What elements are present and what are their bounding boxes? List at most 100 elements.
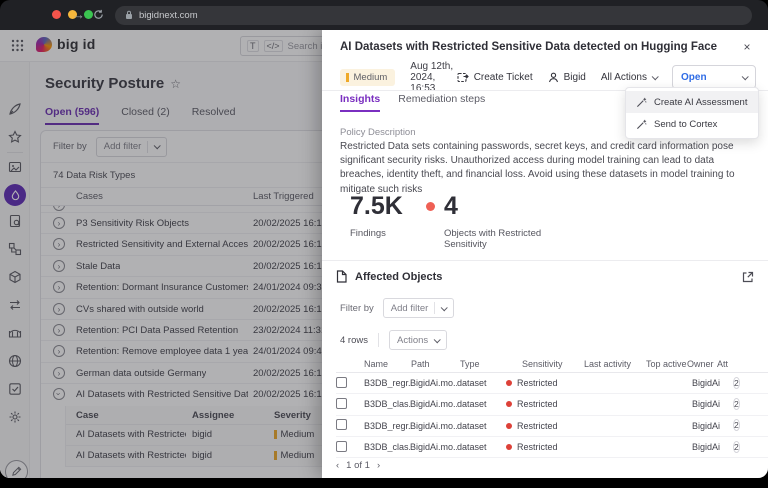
add-filter-button[interactable]: Add filter (383, 298, 455, 318)
affected-toolbar: 4 rows Actions (340, 330, 447, 350)
column-header[interactable]: Sensitivity (522, 356, 584, 372)
divider (322, 260, 768, 261)
object-type: dataset (457, 442, 506, 452)
affected-table-body: B3DB_regr... BigidAi.mo... dataset Restr… (336, 373, 768, 458)
forward-icon[interactable]: → (72, 6, 85, 24)
menu-item-send-to-cortex[interactable]: Send to Cortex (626, 113, 758, 135)
reload-icon[interactable] (93, 6, 104, 20)
col-spacer (336, 356, 364, 372)
row-checkbox[interactable] (336, 419, 347, 430)
object-name: B3DB_regr... (364, 378, 410, 388)
object-name: B3DB_clas... (364, 442, 410, 452)
row-count: 4 rows (340, 335, 368, 346)
tab-insights[interactable]: Insights (340, 93, 380, 112)
url-text: bigidnext.com (139, 10, 198, 21)
object-owner: BigidAi (692, 378, 733, 388)
attributes-count-pill[interactable]: 2 (733, 377, 740, 389)
maximize-window-icon[interactable] (84, 10, 93, 19)
object-type: dataset (457, 378, 506, 388)
policy-description-text: Restricted Data sets containing password… (340, 140, 760, 197)
red-dot-icon (426, 202, 435, 211)
findings-stat: 7.5K Findings (350, 192, 403, 239)
actions-button[interactable]: Actions (389, 330, 447, 350)
affected-table-header: NamePathTypeSensitivityLast activityTop … (336, 356, 768, 373)
restricted-objects-stat: 4 Objects with Restricted Sensitivity (426, 192, 562, 250)
attributes-count-pill[interactable]: 2 (733, 419, 740, 431)
column-header[interactable]: Last activity (584, 356, 646, 372)
drawer-tabs: Insights Remediation steps (340, 93, 485, 112)
all-actions-button[interactable]: All Actions (601, 72, 657, 83)
column-header[interactable]: Owner (687, 356, 717, 372)
restricted-objects-value: 4 (444, 192, 458, 221)
wand-icon (636, 119, 647, 130)
restricted-dot-icon (506, 380, 512, 386)
object-owner: BigidAi (692, 421, 733, 431)
drawer-actions: Create Ticket Bigid All Actions Open (457, 65, 756, 89)
restricted-dot-icon (506, 401, 512, 407)
address-bar[interactable]: bigidnext.com (115, 6, 752, 25)
page-indicator: 1 of 1 (346, 460, 370, 471)
sensitivity-cell: Restricted (506, 442, 568, 452)
row-checkbox[interactable] (336, 398, 347, 409)
column-header[interactable]: Type (460, 356, 522, 372)
attributes-count-pill[interactable]: 2 (733, 398, 740, 410)
person-icon (548, 72, 559, 83)
assignee-button[interactable]: Bigid (548, 72, 586, 83)
menu-item-create-ai-assessment[interactable]: Create AI Assessment (626, 91, 758, 113)
restricted-objects-label: Objects with Restricted Sensitivity (444, 228, 562, 250)
document-icon (336, 270, 347, 283)
affected-table-row[interactable]: B3DB_clas... BigidAi.mo... dataset Restr… (336, 437, 768, 458)
chevron-down-icon (742, 73, 749, 80)
case-timestamp: Aug 12th, 2024, 16:53 (410, 61, 456, 94)
column-header[interactable]: Att (717, 356, 728, 372)
actions-dropdown-menu: Create AI Assessment Send to Cortex (625, 87, 759, 139)
tab-remediation-steps[interactable]: Remediation steps (398, 93, 485, 112)
object-path: BigidAi.mo... (410, 442, 457, 452)
close-window-icon[interactable] (52, 10, 61, 19)
row-checkbox[interactable] (336, 441, 347, 452)
affected-pagination: ‹ 1 of 1 › (336, 460, 380, 471)
severity-bar-icon (346, 73, 349, 82)
findings-label: Findings (350, 228, 403, 239)
affected-filter-bar: Filter by Add filter (340, 298, 454, 318)
external-link-icon[interactable] (742, 271, 754, 283)
column-header[interactable]: Path (411, 356, 460, 372)
wand-icon (636, 97, 647, 108)
object-path: BigidAi.mo... (410, 421, 457, 431)
row-checkbox[interactable] (336, 377, 347, 388)
next-page-icon[interactable]: › (377, 460, 380, 471)
chevron-down-icon (652, 73, 659, 80)
object-owner: BigidAi (692, 399, 733, 409)
column-header[interactable]: Top active a... (646, 356, 687, 372)
sensitivity-cell: Restricted (506, 421, 568, 431)
affected-table-row[interactable]: B3DB_regr... BigidAi.mo... dataset Restr… (336, 416, 768, 437)
lock-icon (125, 10, 133, 20)
object-type: dataset (457, 399, 506, 409)
app-viewport: big id T </> Search in BigID by <> (0, 30, 768, 478)
drawer-title: AI Datasets with Restricted Sensitive Da… (340, 41, 726, 53)
attributes-count-pill[interactable]: 2 (733, 441, 740, 453)
affected-table-row[interactable]: B3DB_regr... BigidAi.mo... dataset Restr… (336, 373, 768, 394)
affected-table-row[interactable]: B3DB_clas... BigidAi.mo... dataset Restr… (336, 394, 768, 415)
object-owner: BigidAi (692, 442, 733, 452)
object-path: BigidAi.mo... (410, 399, 457, 409)
sensitivity-cell: Restricted (506, 378, 568, 388)
browser-chrome: → bigidnext.com (0, 0, 768, 30)
severity-badge: Medium (340, 69, 395, 86)
object-path: BigidAi.mo... (410, 378, 457, 388)
object-name: B3DB_regr... (364, 421, 410, 431)
affected-objects-header: Affected Objects (336, 270, 754, 283)
ticket-icon (457, 72, 469, 83)
create-ticket-button[interactable]: Create Ticket (457, 72, 533, 83)
sensitivity-cell: Restricted (506, 399, 568, 409)
chevron-down-icon (441, 304, 448, 311)
object-name: B3DB_clas... (364, 399, 410, 409)
prev-page-icon[interactable]: ‹ (336, 460, 339, 471)
affected-objects-title: Affected Objects (355, 271, 442, 283)
column-header[interactable]: Name (364, 356, 411, 372)
close-icon[interactable]: × (738, 38, 756, 56)
policy-description-label: Policy Description (340, 127, 416, 138)
browser-window: → bigidnext.com big id T </> Search in B… (0, 0, 768, 488)
status-select[interactable]: Open (672, 65, 756, 89)
object-type: dataset (457, 421, 506, 431)
